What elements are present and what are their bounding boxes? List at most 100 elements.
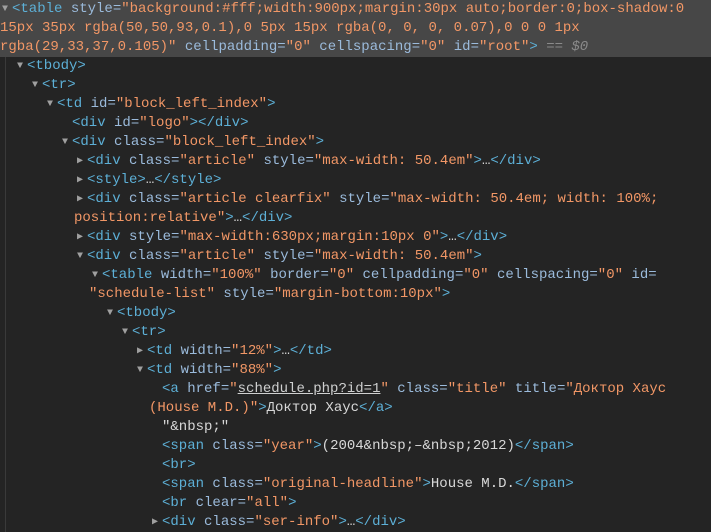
expand-triangle-icon[interactable]: ▶ [77,228,87,247]
tag-token: > [473,153,482,169]
tag-token: > [225,210,234,226]
attribute-name: id= [623,267,657,283]
attribute-equals: = [130,115,140,131]
dom-node[interactable]: ▼ <div class="block_left_index"> [0,133,711,152]
attribute-equals: = [222,343,232,359]
dom-node[interactable]: ▼ <tr> [0,323,711,342]
attribute-name: cellspacing [488,267,590,283]
dom-node[interactable]: ▶ <div class="article" style="max-width: … [0,152,711,171]
collapse-triangle-icon[interactable]: ▼ [77,247,87,266]
attribute-value: "root" [478,39,530,55]
dom-node[interactable]: ▼ <tbody> [0,304,711,323]
tag-token: > [473,248,482,264]
dom-node[interactable]: ▶ <td width="12%">…</td> [0,342,711,361]
attribute-value: "0" [285,39,311,55]
attribute-equals: = [107,96,116,112]
attribute-value: "year" [262,438,314,454]
tag-token: <div [87,153,121,169]
attribute-link[interactable]: schedule.php?id=1 [238,381,381,397]
tag-token: > [273,362,282,378]
attribute-equals: = [237,495,247,511]
attribute-value: "88%" [231,362,274,378]
attribute-value: "block_left_index" [164,134,316,150]
collapse-triangle-icon[interactable]: ▼ [122,323,132,342]
attribute-value: "100%" [211,267,262,283]
collapse-triangle-icon[interactable]: ▼ [32,76,42,95]
dom-node[interactable]: ▼ <td width="88%"> [0,361,711,380]
text-node: … [145,172,155,188]
attribute-name: href [178,381,221,397]
attribute-equals: = [470,39,479,55]
attribute-name: style [255,153,306,169]
attribute-name: class [204,476,255,492]
collapse-triangle-icon[interactable]: ▼ [92,266,102,285]
attribute-equals: = [112,1,122,17]
tag-token: <tbody> [27,58,86,74]
attribute-name: title [506,381,557,397]
dom-node[interactable]: ▶ <div class="article clearfix" style="ma… [0,190,711,228]
tag-token: <span [162,438,205,454]
collapse-triangle-icon[interactable]: ▼ [17,57,27,76]
attribute-equals: = [320,267,329,283]
text-node: "&nbsp;" [162,419,230,435]
tag-token: <td [147,343,173,359]
attribute-value: "ser-info" [254,514,339,530]
dom-node[interactable]: <div id="logo"></div> [0,114,711,133]
collapse-triangle-icon[interactable]: ▼ [47,95,57,114]
tag-token: > [422,476,431,492]
tag-token: <div [162,514,196,530]
dom-node[interactable]: ▼ <div class="article" style="max-width: … [0,247,711,266]
dom-node[interactable]: <a href="schedule.php?id=1" class="title… [0,380,711,418]
tag-token: </span> [514,476,574,492]
tag-token: <span [162,476,205,492]
dom-node-selected[interactable]: ▼ <table style="background:#fff;width:900… [0,0,711,57]
dom-node[interactable]: ▼ <table width="100%" border="0" cellpadd… [0,266,711,304]
attribute-equals: = [254,438,263,454]
tag-token: <tbody> [117,305,176,321]
dom-node[interactable]: <span class="original-headline">House M.… [0,475,711,494]
attribute-value: "block_left_index" [115,96,268,112]
attribute-name: style [215,286,266,302]
dom-node[interactable]: <br> [0,456,711,475]
attribute-equals: = [222,362,232,378]
expand-triangle-icon[interactable]: ▶ [77,152,87,171]
collapse-triangle-icon[interactable]: ▼ [107,304,117,323]
expand-triangle-icon[interactable]: ▶ [77,190,87,209]
text-node: … [281,343,290,359]
attribute-name: class [388,381,440,397]
text-node: (2004&nbsp;–&nbsp;2012) [321,438,515,454]
dom-node[interactable]: <br clear="all"> [0,494,711,513]
tag-token: <a [162,381,179,397]
dom-node[interactable]: ▼ <td id="block_left_index"> [0,95,711,114]
attribute-name: class [204,438,255,454]
attribute-value: "all" [246,495,289,511]
attribute-value: "max-width: 50.4em" [313,153,474,169]
collapse-triangle-icon[interactable]: ▼ [62,133,72,152]
expand-triangle-icon[interactable]: ▶ [77,171,87,190]
attribute-name: class [195,514,247,530]
tag-token: </style> [154,172,222,188]
dom-node[interactable]: ▶ <div style="max-width:630px;margin:10px… [0,228,711,247]
dom-node[interactable]: ▶ <div class="ser-info">…</div> [0,513,711,532]
dom-node[interactable]: "&nbsp;" [0,418,711,437]
tag-token: <tr> [42,77,76,93]
dom-node[interactable]: ▼ <tr> [0,76,711,95]
expand-triangle-icon[interactable]: ▶ [152,513,162,532]
dom-node[interactable]: ▼ <tbody> [0,57,711,76]
dom-tree: ▼ <table style="background:#fff;width:900… [0,0,711,532]
attribute-value: " [229,381,238,397]
attribute-value: "0" [328,267,355,283]
collapse-triangle-icon[interactable]: ▼ [137,361,147,380]
attribute-name: id [105,115,131,131]
tag-token: <style> [87,172,146,188]
attribute-equals: = [439,381,448,397]
attribute-name: style [330,191,382,207]
collapse-triangle-icon[interactable]: ▼ [2,0,12,19]
attribute-equals: = [411,39,421,55]
expand-triangle-icon[interactable]: ▶ [137,342,147,361]
attribute-equals: = [305,248,314,264]
dom-node[interactable]: <span class="year">(2004&nbsp;–&nbsp;201… [0,437,711,456]
text-node: … [448,229,457,245]
dom-node[interactable]: ▶ <style>…</style> [0,171,711,190]
attribute-equals: = [265,286,274,302]
